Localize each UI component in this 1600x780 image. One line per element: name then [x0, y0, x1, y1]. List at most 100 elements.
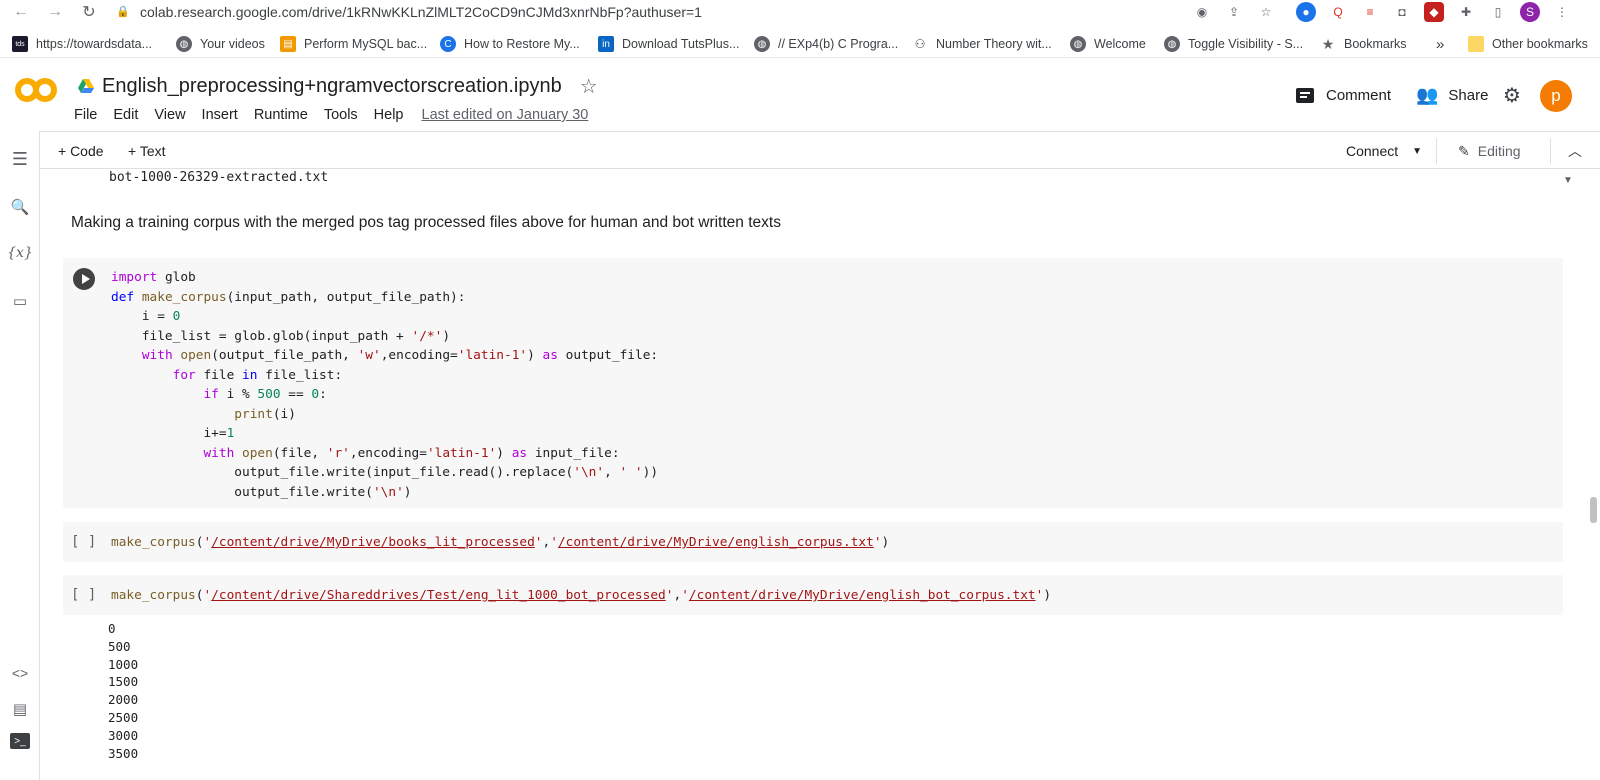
add-code-button[interactable]: + Code — [58, 140, 104, 162]
people-icon: 👥 — [1416, 84, 1439, 105]
last-edited-link[interactable]: Last edited on January 30 — [422, 107, 589, 123]
output-scroll-down-icon[interactable]: ▼ — [1563, 175, 1573, 186]
forward-icon[interactable]: → — [44, 1, 66, 23]
output-line: 1000 — [108, 656, 139, 672]
connect-button[interactable]: Connect ▼ — [1346, 140, 1422, 162]
account-avatar[interactable]: p — [1540, 80, 1572, 112]
eye-icon[interactable]: ◉ — [1192, 2, 1212, 22]
bookmark-item[interactable]: ◍ Toggle Visibility - S... — [1164, 34, 1303, 54]
toolbar-divider — [1436, 138, 1437, 164]
globe-icon: ◍ — [1070, 36, 1086, 52]
text-cell[interactable]: Making a training corpus with the merged… — [71, 214, 781, 232]
extension-icon-3[interactable]: ≡ — [1360, 2, 1380, 22]
editing-button[interactable]: ✎ Editing — [1458, 140, 1521, 162]
code-editor[interactable]: make_corpus('/content/drive/MyDrive/book… — [111, 533, 889, 553]
collapse-header-icon[interactable]: ︿ — [1568, 140, 1582, 162]
code-snippets-icon[interactable]: <> — [8, 661, 32, 685]
code-cell[interactable]: import glob def make_corpus(input_path, … — [63, 258, 1563, 508]
comment-icon — [1296, 87, 1314, 103]
google-drive-icon[interactable] — [78, 79, 94, 93]
bike-icon: ⚇ — [912, 36, 928, 52]
execution-count[interactable]: [ ] — [71, 587, 96, 603]
code-cell[interactable]: [ ] make_corpus('/content/drive/MyDrive/… — [63, 522, 1563, 562]
output-line: 2500 — [108, 709, 139, 725]
lock-icon: 🔒 — [116, 6, 130, 18]
folder-icon — [1468, 36, 1484, 52]
sidepanel-icon[interactable]: ▯ — [1488, 2, 1508, 22]
menu-tools[interactable]: Tools — [324, 107, 358, 123]
code-cell[interactable]: [ ] make_corpus('/content/drive/Shareddr… — [63, 575, 1563, 615]
bookmark-item[interactable]: ◍// EXp4(b) C Progra... — [754, 34, 898, 54]
extension-icon-1[interactable]: ● — [1296, 2, 1316, 22]
previous-cell-output: bot-1000-26329-extracted.txt — [109, 170, 329, 185]
globe-icon: ◍ — [176, 36, 192, 52]
shield-extension-icon[interactable]: ◆ — [1424, 2, 1444, 22]
url-field[interactable]: 🔒 colab.research.google.com/drive/1kRNwK… — [116, 0, 702, 24]
bookmark-item[interactable]: ▤ Perform MySQL bac... — [280, 34, 427, 54]
bookmarks-overflow-button[interactable]: » — [1436, 34, 1444, 54]
output-line: 1500 — [108, 674, 139, 690]
files-folder-icon[interactable]: ▭ — [8, 289, 32, 313]
page-icon: ▤ — [280, 36, 296, 52]
camera-icon[interactable]: ◘ — [1392, 2, 1412, 22]
output-line: 3500 — [108, 745, 139, 761]
comment-button[interactable]: Comment — [1296, 81, 1391, 109]
notebook-area: bot-1000-26329-extracted.txt ▼ Making a … — [41, 170, 1586, 780]
bookmark-item[interactable]: C How to Restore My... — [440, 34, 580, 54]
bookmark-item[interactable]: ⚇ Number Theory wit... — [912, 34, 1052, 54]
bookmark-item[interactable]: ◍ Your videos — [176, 34, 265, 54]
c-icon: C — [440, 36, 456, 52]
code-editor[interactable]: make_corpus('/content/drive/Shareddrives… — [111, 586, 1051, 606]
toolbar-divider — [1550, 138, 1551, 164]
share-button[interactable]: 👥 Share — [1416, 81, 1488, 109]
execution-count[interactable]: [ ] — [71, 534, 96, 550]
bookmark-item[interactable]: ◍ Welcome — [1070, 34, 1146, 54]
cell-output: 0 500 1000 1500 2000 2500 3000 3500 — [108, 620, 138, 762]
output-line: 3000 — [108, 727, 139, 743]
tds-icon: tds — [12, 36, 28, 52]
globe-icon: ◍ — [1164, 36, 1180, 52]
add-text-button[interactable]: + Text — [128, 140, 166, 162]
code-editor[interactable]: import glob def make_corpus(input_path, … — [111, 268, 658, 502]
extension-icon-2[interactable]: Q — [1328, 2, 1348, 22]
profile-avatar[interactable]: S — [1520, 2, 1540, 22]
puzzle-icon[interactable]: ✚ — [1456, 2, 1476, 22]
menu-view[interactable]: View — [154, 107, 185, 123]
colab-header: English_preprocessing+ngramvectorscreati… — [0, 59, 1600, 129]
scrollbar-thumb[interactable] — [1590, 497, 1597, 523]
search-icon[interactable]: 🔍 — [8, 195, 32, 219]
left-sidebar: ☰ 🔍 {x} ▭ <> ▤ >_ — [0, 131, 40, 780]
star-icon: ★ — [1320, 35, 1336, 52]
browser-menu-icon[interactable]: ⋮ — [1552, 2, 1572, 22]
notebook-title[interactable]: English_preprocessing+ngramvectorscreati… — [102, 75, 562, 98]
share-page-icon[interactable]: ⇪ — [1224, 2, 1244, 22]
back-icon[interactable]: ← — [10, 1, 32, 23]
menu-edit[interactable]: Edit — [113, 107, 138, 123]
globe-icon: ◍ — [754, 36, 770, 52]
bookmark-star-icon[interactable]: ☆ — [1256, 2, 1276, 22]
url-text: colab.research.google.com/drive/1kRNwKKL… — [140, 4, 702, 20]
run-cell-button[interactable] — [73, 268, 95, 290]
menu-runtime[interactable]: Runtime — [254, 107, 308, 123]
gear-icon: ⚙ — [1503, 84, 1521, 107]
menu-file[interactable]: File — [74, 107, 97, 123]
title-row: English_preprocessing+ngramvectorscreati… — [78, 73, 598, 99]
variables-icon[interactable]: {x} — [7, 241, 33, 265]
colab-logo[interactable] — [14, 77, 58, 103]
notebook-scrollbar[interactable] — [1586, 170, 1600, 780]
menu-insert[interactable]: Insert — [202, 107, 238, 123]
output-line: 0 — [108, 621, 116, 636]
star-icon[interactable]: ☆ — [580, 74, 598, 99]
bookmark-item[interactable]: ★ Bookmarks — [1320, 34, 1407, 54]
bookmark-item[interactable]: tds https://towardsdata... — [12, 34, 152, 54]
output-line: 2000 — [108, 692, 139, 708]
bookmarks-bar: tds https://towardsdata... ◍ Your videos ▤… — [0, 30, 1600, 58]
table-of-contents-icon[interactable]: ☰ — [8, 147, 32, 171]
command-palette-icon[interactable]: ▤ — [8, 697, 32, 721]
terminal-icon[interactable]: >_ — [10, 733, 30, 749]
other-bookmarks[interactable]: Other bookmarks — [1468, 34, 1588, 54]
menu-help[interactable]: Help — [374, 107, 404, 123]
bookmark-item[interactable]: in Download TutsPlus... — [598, 34, 739, 54]
settings-button[interactable]: ⚙ — [1503, 81, 1521, 109]
reload-icon[interactable]: ↻ — [78, 1, 100, 23]
